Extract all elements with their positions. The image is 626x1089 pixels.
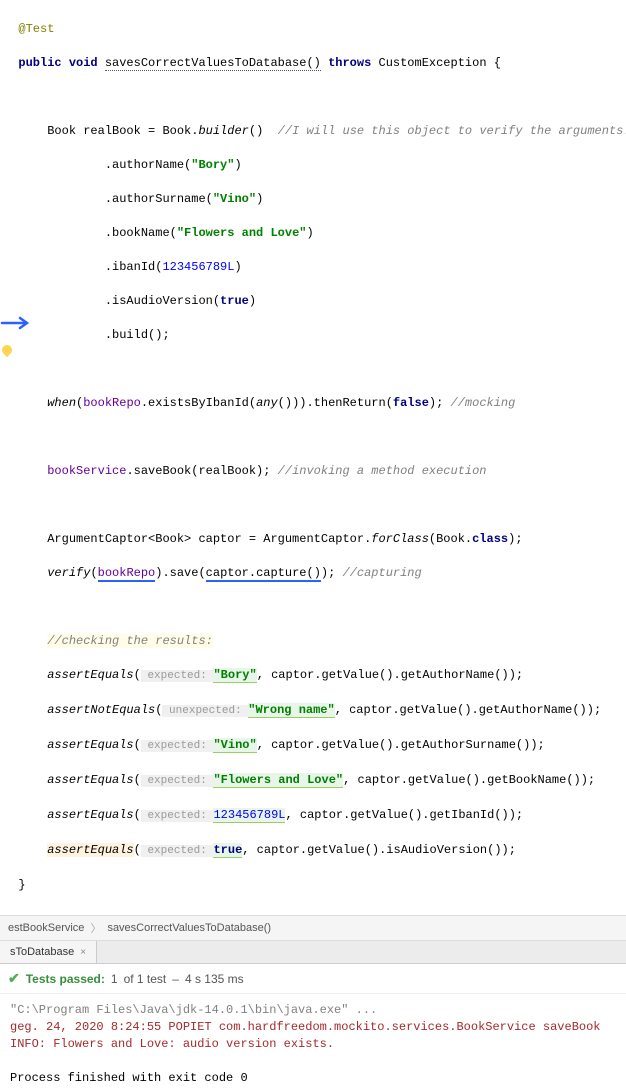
console-output[interactable]: "C:\Program Files\Java\jdk-14.0.1\bin\ja… xyxy=(0,994,626,1089)
console-log-line: INFO: Flowers and Love: audio version ex… xyxy=(10,1036,616,1053)
console-command: "C:\Program Files\Java\jdk-14.0.1\bin\ja… xyxy=(10,1002,616,1019)
code-line: .isAudioVersion(true) xyxy=(4,293,626,310)
checkmark-icon: ✔ xyxy=(8,970,20,987)
tab-test-result[interactable]: sToDatabase × xyxy=(0,941,97,963)
code-line: assertEquals( expected: "Vino", captor.g… xyxy=(4,737,626,755)
code-line xyxy=(4,497,626,514)
tests-total: of 1 test xyxy=(124,972,167,986)
tests-passed-label: Tests passed: xyxy=(26,972,105,986)
code-line: assertEquals( expected: true, captor.get… xyxy=(4,842,626,860)
console-exit-line: Process finished with exit code 0 xyxy=(10,1070,616,1087)
code-line xyxy=(4,599,626,616)
code-line: assertEquals( expected: "Flowers and Lov… xyxy=(4,772,626,790)
test-status-bar: ✔ Tests passed: 1 of 1 test – 4 s 135 ms xyxy=(0,964,626,994)
chevron-right-icon: 〉 xyxy=(90,920,101,936)
code-line: assertEquals( expected: "Bory", captor.g… xyxy=(4,667,626,685)
tests-passed-count: 1 xyxy=(111,972,118,986)
close-icon[interactable]: × xyxy=(80,947,86,958)
code-line: @Test xyxy=(4,21,626,38)
breadcrumb-item[interactable]: savesCorrectValuesToDatabase() xyxy=(107,922,271,934)
code-line: .ibanId(123456789L) xyxy=(4,259,626,276)
breadcrumb-item[interactable]: estBookService xyxy=(8,922,84,934)
test-duration: 4 s 135 ms xyxy=(185,972,244,986)
code-line xyxy=(4,429,626,446)
code-line: //checking the results: xyxy=(4,633,626,650)
code-line: public void savesCorrectValuesToDatabase… xyxy=(4,55,626,72)
code-line: verify(bookRepo).save(captor.capture());… xyxy=(4,565,626,582)
arrow-annotation xyxy=(0,314,30,336)
code-line: ArgumentCaptor<Book> captor = ArgumentCa… xyxy=(4,531,626,548)
annotation: @Test xyxy=(18,22,54,36)
code-line: .authorSurname("Vino") xyxy=(4,191,626,208)
method-name: savesCorrectValuesToDatabase() xyxy=(105,56,321,71)
code-line: .authorName("Bory") xyxy=(4,157,626,174)
code-editor[interactable]: @Test public void savesCorrectValuesToDa… xyxy=(0,0,626,915)
tab-label: sToDatabase xyxy=(10,946,74,958)
console-log-line: geg. 24, 2020 8:24:55 POPIET com.hardfre… xyxy=(10,1019,616,1036)
tab-bar: sToDatabase × xyxy=(0,941,626,964)
code-line: .bookName("Flowers and Love") xyxy=(4,225,626,242)
code-line: Book realBook = Book.builder() //I will … xyxy=(4,123,626,140)
code-line: } xyxy=(4,877,626,894)
code-line xyxy=(4,89,626,106)
code-line: assertEquals( expected: 123456789L, capt… xyxy=(4,807,626,825)
code-line: assertNotEquals( unexpected: "Wrong name… xyxy=(4,702,626,720)
code-line: when(bookRepo.existsByIbanId(any())).the… xyxy=(4,395,626,412)
code-line: bookService.saveBook(realBook); //invoki… xyxy=(4,463,626,480)
breadcrumb[interactable]: estBookService 〉 savesCorrectValuesToDat… xyxy=(0,915,626,941)
code-line xyxy=(4,361,626,378)
code-line: .build(); xyxy=(4,327,626,344)
